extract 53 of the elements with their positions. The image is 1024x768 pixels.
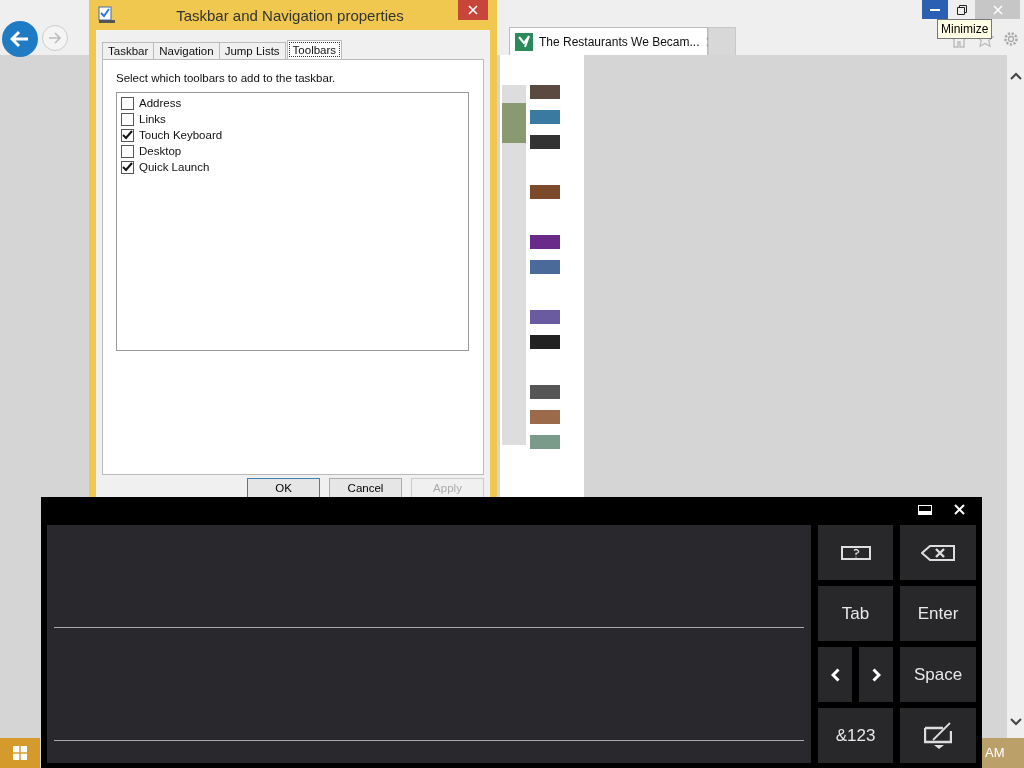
browser-tab[interactable]: The Restaurants We Becam... [509, 27, 708, 55]
checkbox[interactable] [121, 112, 134, 126]
dialog-button[interactable]: OK [247, 478, 320, 497]
scrollbar[interactable] [1007, 55, 1024, 738]
minimize-button[interactable] [922, 0, 948, 19]
back-arrow-icon [10, 30, 30, 48]
backspace-icon [921, 544, 955, 561]
checkbox-label[interactable]: Links [139, 113, 166, 125]
site-icon [515, 32, 533, 51]
clock-text: AM [982, 738, 1024, 768]
scroll-down-icon[interactable] [1009, 718, 1022, 726]
keyboard-pen-icon [924, 721, 952, 750]
restore-icon [956, 4, 967, 15]
backspace-key[interactable] [900, 525, 976, 580]
windows-logo-icon [13, 746, 27, 760]
instruction-text: Select which toolbars to add to the taskbar. [116, 72, 337, 84]
dialog-button[interactable]: Cancel [329, 478, 402, 497]
tab[interactable]: Taskbar [102, 42, 155, 59]
scroll-up-icon[interactable] [1009, 72, 1022, 80]
tooltip: Minimize [937, 19, 993, 39]
help-key[interactable] [818, 525, 893, 580]
checkbox[interactable] [121, 128, 134, 142]
checkbox[interactable] [121, 144, 134, 158]
window-title: Taskbar and Navigation properties [176, 6, 404, 24]
checkbox-label[interactable]: Address [139, 97, 182, 109]
close-button[interactable] [458, 0, 488, 20]
checkbox-label[interactable]: Touch Keyboard [139, 129, 223, 141]
checkbox[interactable] [121, 96, 134, 110]
left-key[interactable] [818, 647, 852, 702]
key[interactable]: &123 [818, 708, 893, 763]
back-button[interactable] [2, 21, 38, 57]
checkbox[interactable] [121, 160, 134, 174]
checkbox-label[interactable]: Quick Launch [139, 161, 210, 173]
key[interactable]: Space [900, 647, 976, 702]
right-key[interactable] [859, 647, 893, 702]
forward-arrow-icon [48, 32, 62, 44]
key[interactable]: Enter [900, 586, 976, 641]
checkbox-label[interactable]: Desktop [139, 145, 182, 157]
tab-title: The Restaurants We Becam... [539, 34, 700, 49]
tab[interactable]: Jump Lists [218, 42, 286, 59]
close-icon [468, 5, 478, 15]
close-icon [992, 4, 1003, 15]
chevron-left-icon [830, 667, 840, 682]
key[interactable]: Tab [818, 586, 893, 641]
close-icon[interactable] [954, 504, 965, 515]
chevron-right-icon [871, 667, 881, 682]
start-button[interactable] [0, 738, 40, 768]
checkbox-icon [98, 6, 116, 24]
help-key-icon [840, 545, 871, 560]
tab[interactable]: Navigation [153, 42, 220, 59]
dock-icon[interactable] [918, 504, 932, 515]
keyboard-switch-key[interactable] [900, 708, 976, 763]
tab[interactable]: Toolbars [286, 40, 343, 59]
